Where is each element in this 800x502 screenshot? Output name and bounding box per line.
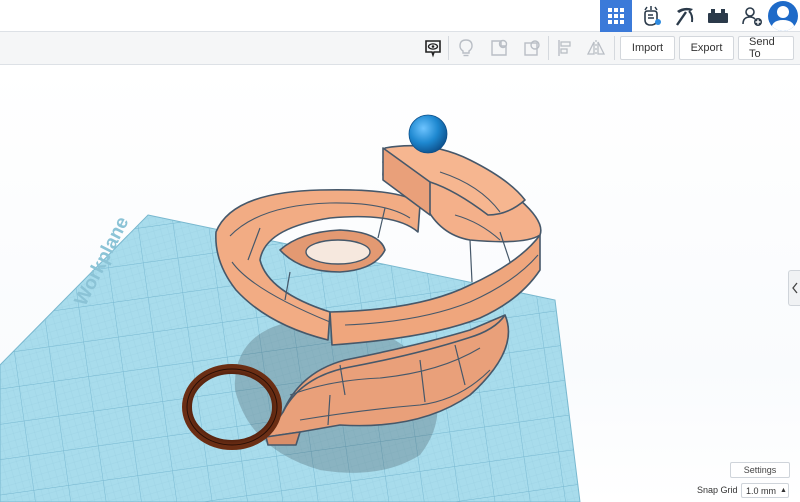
- toolbar-divider: [614, 36, 615, 60]
- scene-canvas[interactable]: Workplane: [0, 65, 800, 502]
- hole-button[interactable]: [519, 36, 545, 60]
- blocks-icon: [644, 6, 661, 26]
- brick-icon: [708, 9, 728, 23]
- add-user-icon: [742, 7, 762, 26]
- collapse-panel-button[interactable]: [788, 270, 800, 306]
- snap-grid-label: Snap Grid: [697, 485, 738, 495]
- chevron-left-icon: [791, 282, 798, 294]
- pickaxe-button[interactable]: [669, 0, 701, 32]
- blue-sphere[interactable]: [408, 114, 448, 154]
- solid-button[interactable]: [486, 36, 512, 60]
- blocks-button[interactable]: [635, 0, 667, 32]
- toolbar-divider: [548, 36, 549, 60]
- avatar-icon: [771, 6, 795, 31]
- send-to-button[interactable]: Send To: [738, 36, 794, 60]
- solid-shape-icon: [491, 39, 508, 56]
- pickaxe-icon: [676, 7, 694, 26]
- hole-shape-icon: [524, 40, 540, 56]
- 3d-viewport[interactable]: Workplane Settings Snap Grid 1.0 mm ▲: [0, 65, 800, 502]
- align-button[interactable]: [552, 36, 578, 60]
- mirror-button[interactable]: [583, 36, 609, 60]
- toolbar: Import Export Send To: [0, 32, 800, 65]
- snap-grid-select[interactable]: 1.0 mm ▲: [741, 483, 789, 498]
- export-button[interactable]: Export: [679, 36, 734, 60]
- avatar[interactable]: [768, 1, 798, 31]
- grid-view-icon: [608, 8, 624, 24]
- tinkercad-editor: Import Export Send To Workplane Settings…: [0, 0, 800, 502]
- show-hide-button[interactable]: [453, 36, 479, 60]
- settings-button[interactable]: Settings: [730, 462, 790, 478]
- notes-icon: [425, 40, 441, 58]
- caret-up-icon: ▲: [780, 487, 787, 494]
- mirror-icon: [586, 40, 606, 56]
- import-button[interactable]: Import: [620, 36, 675, 60]
- notes-button[interactable]: [420, 36, 446, 60]
- snap-grid-value: 1.0 mm: [746, 485, 777, 496]
- grid-view-button[interactable]: [600, 0, 632, 32]
- brick-button[interactable]: [702, 0, 734, 32]
- add-user-button[interactable]: [736, 0, 768, 32]
- top-bar: [0, 0, 800, 32]
- lightbulb-icon: [459, 39, 473, 57]
- align-icon: [558, 40, 571, 56]
- toolbar-divider: [448, 36, 449, 60]
